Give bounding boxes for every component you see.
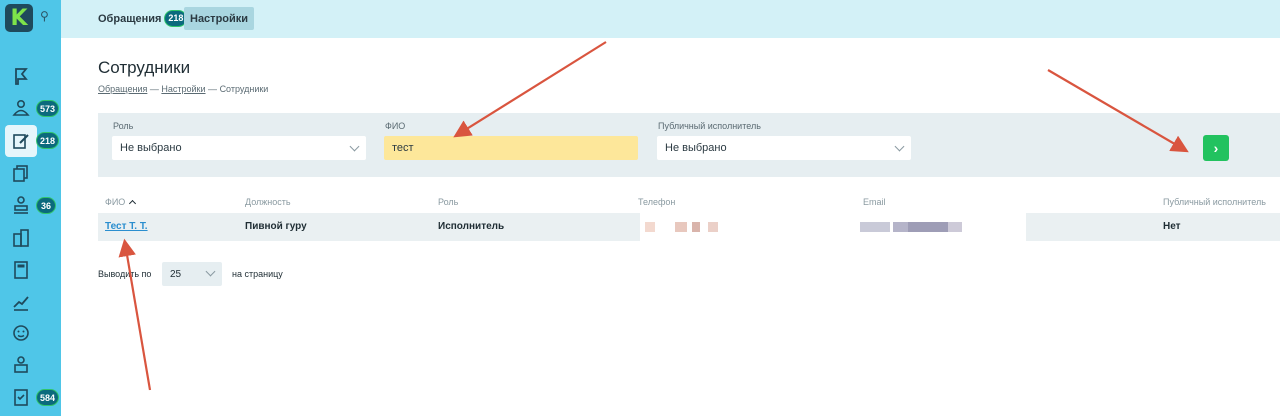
column-header-email[interactable]: Email xyxy=(863,197,886,207)
fio-input-value: тест xyxy=(392,142,414,154)
pin-icon[interactable]: ⚲ xyxy=(40,9,49,23)
chevron-right-icon: › xyxy=(1213,140,1219,156)
sidebar-item-calculator[interactable] xyxy=(6,255,36,285)
employee-position: Пивной гуру xyxy=(245,221,307,232)
sidebar: K ⚲ 573 218 36 584 xyxy=(0,0,61,416)
documents-icon xyxy=(13,165,28,182)
checklist-badge: 584 xyxy=(36,389,60,406)
sidebar-item-smiley[interactable] xyxy=(6,318,36,348)
requests-badge: 218 xyxy=(36,132,60,149)
tab-requests-label: Обращения xyxy=(98,12,162,25)
analytics-icon xyxy=(13,296,29,311)
top-bar: Обращения 218 Настройки xyxy=(61,0,1280,38)
k-logo-icon: K xyxy=(10,5,28,31)
tab-requests[interactable]: Обращения 218 xyxy=(92,7,193,30)
sidebar-item-stamp[interactable] xyxy=(6,190,36,220)
column-header-fio[interactable]: ФИО xyxy=(105,197,137,208)
tab-settings[interactable]: Настройки xyxy=(184,7,255,30)
column-header-position[interactable]: Должность xyxy=(245,197,291,207)
role-select[interactable]: Не выбрано xyxy=(112,136,366,160)
sidebar-item-edit-request[interactable] xyxy=(5,125,37,157)
breadcrumb-current: Сотрудники xyxy=(219,84,269,94)
public-executor-filter-label: Публичный исполнитель xyxy=(658,121,761,131)
arrow-to-employee-link xyxy=(118,238,152,391)
breadcrumb-separator: — xyxy=(149,84,159,94)
chevron-down-icon xyxy=(205,266,216,277)
users-badge: 573 xyxy=(36,100,60,117)
public-executor-select-value: Не выбрано xyxy=(665,142,727,154)
sort-ascending-icon xyxy=(129,199,137,208)
public-executor-select[interactable]: Не выбрано xyxy=(657,136,911,160)
fio-input[interactable]: тест xyxy=(384,136,638,160)
employee-name-link[interactable]: Тест Т. Т. xyxy=(105,221,148,232)
sidebar-item-flag[interactable] xyxy=(6,61,36,91)
stamp-icon xyxy=(14,196,28,214)
staff-icon xyxy=(14,356,28,373)
tab-settings-label: Настройки xyxy=(190,12,249,25)
role-select-value: Не выбрано xyxy=(120,142,182,154)
buildings-icon xyxy=(13,229,29,247)
stamp-badge: 36 xyxy=(36,197,56,214)
filter-panel: Роль Не выбрано ФИО тест Публичный испол… xyxy=(98,113,1280,177)
sidebar-item-buildings[interactable] xyxy=(6,223,36,253)
breadcrumb-separator: — xyxy=(208,84,218,94)
calculator-icon xyxy=(14,261,28,279)
breadcrumb-settings-link[interactable]: Настройки xyxy=(161,84,205,94)
chevron-down-icon xyxy=(349,141,360,152)
sidebar-item-analytics[interactable] xyxy=(6,287,36,317)
sidebar-item-staff[interactable] xyxy=(6,350,36,380)
edit-document-icon xyxy=(13,134,29,149)
column-header-phone[interactable]: Телефон xyxy=(638,197,675,207)
sidebar-item-users[interactable] xyxy=(6,93,36,123)
pagination-prefix: Выводить по xyxy=(98,269,152,279)
column-header-public-executor[interactable]: Публичный исполнитель xyxy=(1163,197,1266,207)
column-header-role[interactable]: Роль xyxy=(438,197,458,207)
column-header-fio-label: ФИО xyxy=(105,197,126,207)
checklist-icon xyxy=(14,389,28,406)
users-icon xyxy=(12,99,30,116)
email-redacted xyxy=(858,213,1026,241)
page-size-select[interactable]: 25 xyxy=(162,262,222,286)
fio-filter-label: ФИО xyxy=(385,121,406,131)
page-size-value: 25 xyxy=(170,268,182,280)
smiley-icon xyxy=(13,325,29,341)
apply-filter-button[interactable]: › xyxy=(1203,135,1229,161)
phone-redacted xyxy=(640,213,862,241)
sidebar-item-checklist[interactable] xyxy=(6,382,36,412)
page-title: Сотрудники xyxy=(98,58,191,77)
flag-icon xyxy=(15,68,28,85)
sidebar-item-documents[interactable] xyxy=(6,158,36,188)
breadcrumb: Обращения — Настройки — Сотрудники xyxy=(98,84,268,94)
breadcrumb-requests-link[interactable]: Обращения xyxy=(98,84,147,94)
employee-role: Исполнитель xyxy=(438,221,505,232)
employee-public-executor: Нет xyxy=(1163,221,1181,232)
pagination-suffix: на страницу xyxy=(232,269,283,279)
app-logo[interactable]: K xyxy=(5,4,33,32)
annotation-arrows xyxy=(118,41,1189,391)
chevron-down-icon xyxy=(894,141,905,152)
role-filter-label: Роль xyxy=(113,121,134,131)
